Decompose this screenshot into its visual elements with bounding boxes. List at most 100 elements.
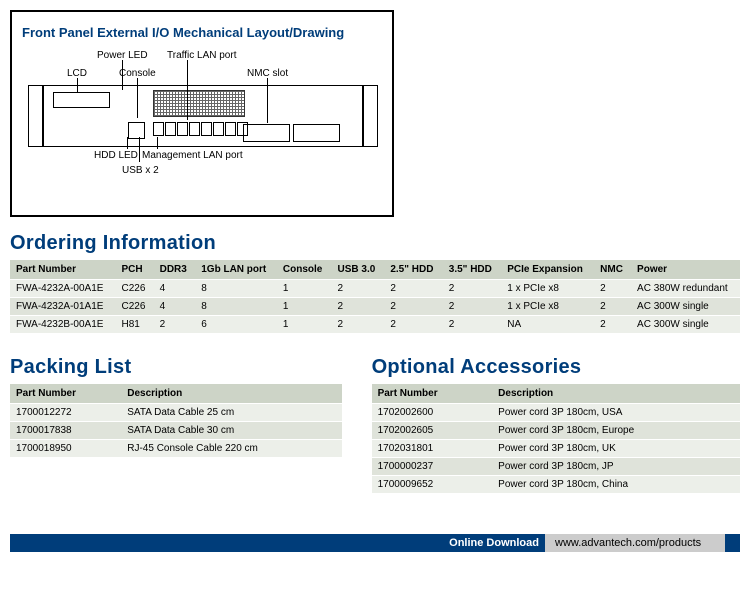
table-cell: NA (501, 316, 594, 334)
leader-line (187, 60, 188, 120)
table-row: FWA-4232A-00A1EC2264812221 x PCIe x82AC … (10, 280, 740, 298)
table-cell: SATA Data Cable 30 cm (121, 422, 341, 440)
table-cell: 2 (594, 316, 631, 334)
table-cell: 4 (154, 280, 196, 298)
lan-port-icon (165, 122, 176, 136)
table-cell: 1 x PCIe x8 (501, 298, 594, 316)
table-cell: 2 (332, 280, 385, 298)
ordering-table: Part NumberPCHDDR31Gb LAN portConsoleUSB… (10, 260, 740, 334)
table-cell: 1700018950 (10, 440, 121, 458)
table-cell: C226 (116, 280, 154, 298)
table-cell: 2 (384, 280, 442, 298)
column-header: Part Number (372, 384, 493, 404)
label-mgmt-lan: Management LAN port (142, 150, 243, 161)
leader-line (267, 78, 268, 123)
table-cell: FWA-4232A-01A1E (10, 298, 116, 316)
table-cell: 1 (277, 298, 332, 316)
table-cell: Power cord 3P 180cm, Europe (492, 422, 740, 440)
table-cell: FWA-4232B-00A1E (10, 316, 116, 334)
column-header: Description (492, 384, 740, 404)
packing-table: Part NumberDescription 1700012272SATA Da… (10, 384, 342, 458)
lan-port-icon (177, 122, 188, 136)
column-header: PCIe Expansion (501, 260, 594, 280)
table-row: 1702002605Power cord 3P 180cm, Europe (372, 422, 740, 440)
table-cell: 2 (384, 298, 442, 316)
table-row: 1702031801Power cord 3P 180cm, UK (372, 440, 740, 458)
table-row: 1700017838SATA Data Cable 30 cm (10, 422, 342, 440)
label-traffic-lan: Traffic LAN port (167, 50, 236, 61)
column-header: Part Number (10, 384, 121, 404)
table-cell: 8 (195, 280, 277, 298)
column-header: 1Gb LAN port (195, 260, 277, 280)
table-row: 1700012272SATA Data Cable 25 cm (10, 404, 342, 422)
table-cell: Power cord 3P 180cm, JP (492, 458, 740, 476)
footer-bar: Online Download www.advantech.com/produc… (10, 534, 740, 552)
chassis-outline (42, 85, 364, 147)
column-header: USB 3.0 (332, 260, 385, 280)
leader-line (122, 60, 123, 90)
table-row: 1702002600Power cord 3P 180cm, USA (372, 404, 740, 422)
column-header: Power (631, 260, 740, 280)
table-cell: 4 (154, 298, 196, 316)
table-cell: 2 (332, 298, 385, 316)
table-cell: 2 (594, 298, 631, 316)
table-row: FWA-4232B-00A1EH81261222NA2AC 300W singl… (10, 316, 740, 334)
table-row: 1700009652Power cord 3P 180cm, China (372, 476, 740, 494)
panel-diagram: LCD Power LED Console Traffic LAN port N… (22, 50, 382, 200)
table-cell: 1 (277, 280, 332, 298)
footer-label: Online Download (449, 534, 545, 552)
table-cell: RJ-45 Console Cable 220 cm (121, 440, 341, 458)
table-cell: AC 300W single (631, 298, 740, 316)
table-cell: 1700017838 (10, 422, 121, 440)
table-cell: 2 (443, 280, 501, 298)
lan-port-icon (213, 122, 224, 136)
leader-line (127, 137, 128, 149)
usb-ports-icon (128, 122, 145, 139)
panel-title: Front Panel External I/O Mechanical Layo… (22, 25, 382, 40)
table-cell: 1702002605 (372, 422, 493, 440)
leader-line (77, 78, 78, 93)
lan-port-icon (189, 122, 200, 136)
table-row: FWA-4232A-01A1EC2264812221 x PCIe x82AC … (10, 298, 740, 316)
table-cell: 1700009652 (372, 476, 493, 494)
table-cell: H81 (116, 316, 154, 334)
rack-ear-left (28, 85, 44, 147)
packing-title: Packing List (10, 356, 342, 379)
leader-line (157, 137, 158, 149)
table-cell: 1 (277, 316, 332, 334)
table-cell: 8 (195, 298, 277, 316)
table-cell: SATA Data Cable 25 cm (121, 404, 341, 422)
accessories-table: Part NumberDescription 1702002600Power c… (372, 384, 740, 494)
table-cell: 2 (594, 280, 631, 298)
leader-line (139, 137, 140, 162)
table-cell: 6 (195, 316, 277, 334)
column-header: Console (277, 260, 332, 280)
table-cell: 1700012272 (10, 404, 121, 422)
lan-port-icon (201, 122, 212, 136)
table-row: 1700018950RJ-45 Console Cable 220 cm (10, 440, 342, 458)
vent-grid-icon (153, 90, 245, 117)
nmc-slot-icon (293, 124, 340, 142)
table-cell: 1702002600 (372, 404, 493, 422)
table-cell: 1 x PCIe x8 (501, 280, 594, 298)
column-header: DDR3 (154, 260, 196, 280)
table-cell: 2 (384, 316, 442, 334)
table-row: 1700000237Power cord 3P 180cm, JP (372, 458, 740, 476)
label-hdd-led: HDD LED (94, 150, 138, 161)
column-header: 3.5" HDD (443, 260, 501, 280)
accessories-title: Optional Accessories (372, 356, 740, 379)
column-header: NMC (594, 260, 631, 280)
lan-port-icon (225, 122, 236, 136)
lcd-slot-icon (53, 92, 110, 108)
column-header: 2.5" HDD (384, 260, 442, 280)
footer-url[interactable]: www.advantech.com/products (545, 534, 725, 552)
table-cell: 2 (154, 316, 196, 334)
nmc-slot-icon (243, 124, 290, 142)
table-cell: Power cord 3P 180cm, USA (492, 404, 740, 422)
rack-ear-right (362, 85, 378, 147)
lan-port-icon (153, 122, 164, 136)
table-cell: 1702031801 (372, 440, 493, 458)
lan-port-row (153, 122, 248, 136)
table-cell: Power cord 3P 180cm, China (492, 476, 740, 494)
front-panel-box: Front Panel External I/O Mechanical Layo… (10, 10, 394, 217)
